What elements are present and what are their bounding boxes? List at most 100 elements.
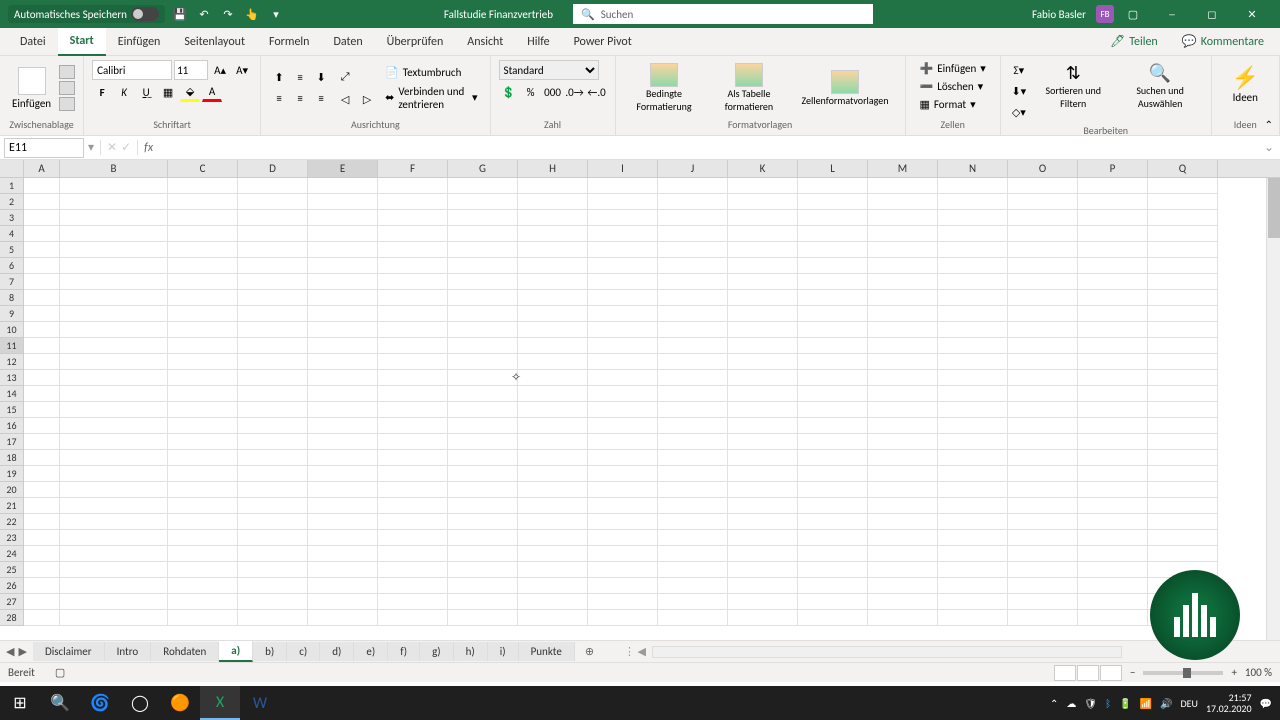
cell-D12[interactable] — [238, 354, 308, 370]
cell-L11[interactable] — [798, 338, 868, 354]
row-header-14[interactable]: 14 — [0, 386, 24, 402]
cell-F1[interactable] — [378, 178, 448, 194]
cell-F26[interactable] — [378, 578, 448, 594]
cell-G10[interactable] — [448, 322, 518, 338]
cell-P12[interactable] — [1078, 354, 1148, 370]
cell-I22[interactable] — [588, 514, 658, 530]
sheet-nav-next-icon[interactable]: ▶ — [18, 645, 26, 658]
cell-Q16[interactable] — [1148, 418, 1218, 434]
sheet-i[interactable]: i) — [488, 642, 519, 661]
cell-A7[interactable] — [24, 274, 60, 290]
sheet-disclaimer[interactable]: Disclaimer — [33, 642, 105, 661]
cell-G21[interactable] — [448, 498, 518, 514]
cell-L13[interactable] — [798, 370, 868, 386]
cell-E10[interactable] — [308, 322, 378, 338]
col-header-D[interactable]: D — [238, 160, 308, 177]
cell-A22[interactable] — [24, 514, 60, 530]
row-header-11[interactable]: 11 — [0, 338, 24, 354]
cell-L15[interactable] — [798, 402, 868, 418]
select-all-corner[interactable] — [0, 160, 24, 177]
cell-D11[interactable] — [238, 338, 308, 354]
cell-M22[interactable] — [868, 514, 938, 530]
cell-J13[interactable] — [658, 370, 728, 386]
conditional-format-button[interactable]: Bedingte Formatierung — [624, 61, 705, 115]
cell-G17[interactable] — [448, 434, 518, 450]
cell-E27[interactable] — [308, 594, 378, 610]
tab-hilfe[interactable]: Hilfe — [515, 28, 561, 56]
cell-C22[interactable] — [168, 514, 238, 530]
app3-icon[interactable]: 🟠 — [160, 686, 200, 720]
cell-N11[interactable] — [938, 338, 1008, 354]
tray-wifi-icon[interactable]: 📶 — [1140, 697, 1152, 710]
find-select-button[interactable]: 🔍Suchen und Auswählen — [1118, 60, 1203, 112]
cell-A9[interactable] — [24, 306, 60, 322]
sheet-d[interactable]: d) — [320, 642, 354, 661]
cell-N21[interactable] — [938, 498, 1008, 514]
cell-D10[interactable] — [238, 322, 308, 338]
cell-I17[interactable] — [588, 434, 658, 450]
cell-J16[interactable] — [658, 418, 728, 434]
percent-icon[interactable]: % — [521, 82, 541, 102]
col-header-P[interactable]: P — [1078, 160, 1148, 177]
merge-center-button[interactable]: ⬌ Verbinden und zentrieren ▾ — [381, 83, 481, 113]
cell-C1[interactable] — [168, 178, 238, 194]
cell-Q14[interactable] — [1148, 386, 1218, 402]
cell-H3[interactable] — [518, 210, 588, 226]
tray-notifications-icon[interactable]: 💬 — [1260, 697, 1272, 710]
cell-G1[interactable] — [448, 178, 518, 194]
underline-button[interactable]: U̲ — [136, 82, 156, 102]
cell-F25[interactable] — [378, 562, 448, 578]
cell-K14[interactable] — [728, 386, 798, 402]
cell-I23[interactable] — [588, 530, 658, 546]
cell-H19[interactable] — [518, 466, 588, 482]
cell-M4[interactable] — [868, 226, 938, 242]
cell-H13[interactable] — [518, 370, 588, 386]
close-button[interactable]: ✕ — [1232, 0, 1272, 28]
cell-E9[interactable] — [308, 306, 378, 322]
cell-I7[interactable] — [588, 274, 658, 290]
cell-K3[interactable] — [728, 210, 798, 226]
zoom-slider[interactable] — [1143, 671, 1223, 675]
cell-A12[interactable] — [24, 354, 60, 370]
cell-O3[interactable] — [1008, 210, 1078, 226]
cell-I4[interactable] — [588, 226, 658, 242]
cell-F27[interactable] — [378, 594, 448, 610]
cell-D20[interactable] — [238, 482, 308, 498]
cell-A27[interactable] — [24, 594, 60, 610]
cell-C19[interactable] — [168, 466, 238, 482]
currency-icon[interactable]: 💲 — [499, 82, 519, 102]
cell-H27[interactable] — [518, 594, 588, 610]
tray-language[interactable]: DEU — [1180, 697, 1197, 710]
cell-Q19[interactable] — [1148, 466, 1218, 482]
cell-K28[interactable] — [728, 610, 798, 626]
cell-I12[interactable] — [588, 354, 658, 370]
cell-N16[interactable] — [938, 418, 1008, 434]
cell-D14[interactable] — [238, 386, 308, 402]
cell-L25[interactable] — [798, 562, 868, 578]
cell-J21[interactable] — [658, 498, 728, 514]
cell-C20[interactable] — [168, 482, 238, 498]
cell-F21[interactable] — [378, 498, 448, 514]
row-header-6[interactable]: 6 — [0, 258, 24, 274]
col-header-F[interactable]: F — [378, 160, 448, 177]
cell-D7[interactable] — [238, 274, 308, 290]
cell-N13[interactable] — [938, 370, 1008, 386]
cell-H4[interactable] — [518, 226, 588, 242]
row-header-17[interactable]: 17 — [0, 434, 24, 450]
cell-P24[interactable] — [1078, 546, 1148, 562]
sheet-g[interactable]: g) — [420, 642, 454, 661]
cell-E13[interactable] — [308, 370, 378, 386]
cell-F20[interactable] — [378, 482, 448, 498]
cell-B18[interactable] — [60, 450, 168, 466]
cell-P17[interactable] — [1078, 434, 1148, 450]
cell-P21[interactable] — [1078, 498, 1148, 514]
cell-P7[interactable] — [1078, 274, 1148, 290]
cell-B16[interactable] — [60, 418, 168, 434]
cell-I11[interactable] — [588, 338, 658, 354]
cell-Q1[interactable] — [1148, 178, 1218, 194]
cell-N14[interactable] — [938, 386, 1008, 402]
cell-M13[interactable] — [868, 370, 938, 386]
cell-A26[interactable] — [24, 578, 60, 594]
cell-F5[interactable] — [378, 242, 448, 258]
cell-J19[interactable] — [658, 466, 728, 482]
